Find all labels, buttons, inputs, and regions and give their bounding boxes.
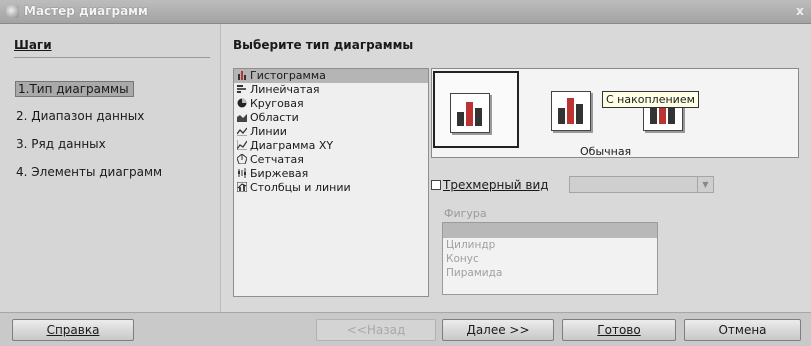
pie-chart-icon [237,98,247,108]
chart-variant-panel: Обычная [431,68,799,158]
chart-type-label: Сетчатая [250,153,304,166]
chart-type-label: Области [250,111,299,124]
steps-divider [14,57,210,58]
chart-type-label: Столбцы и линии [250,181,351,194]
window-title: Мастер диаграмм [24,4,148,18]
column-chart-icon [237,70,247,80]
button-bar: Справка <<Назад Далее >> Готово Отмена [0,312,811,346]
finish-button[interactable]: Готово [562,319,676,341]
chart-type-label: Биржевая [250,167,309,180]
next-button[interactable]: Далее >> [442,319,554,341]
chart-type-item[interactable]: Области [234,111,428,125]
shape-option: Пирамида [446,267,503,279]
chart-type-item[interactable]: Биржевая [234,167,428,181]
chart-type-list[interactable]: Гистограмма Линейчатая Круговая Области … [233,68,429,297]
steps-panel: Шаги 1.Тип диаграммы 2. Диапазон данных … [0,24,221,312]
variant-normal[interactable] [433,71,519,148]
chart-type-label: Линии [250,125,287,138]
back-button: <<Назад [316,319,436,341]
column-stacked-icon [551,91,591,131]
shape-option: Цилиндр [446,239,496,251]
three-d-checkbox[interactable]: Трехмерный вид [431,178,549,192]
chart-type-item[interactable]: Столбцы и линии [234,181,428,195]
net-chart-icon [236,153,248,165]
shape-list: Цилиндр Конус Пирамида [442,222,658,295]
title-bar: Мастер диаграмм x [0,0,811,24]
chart-type-label: Круговая [250,97,304,110]
bar-chart-icon [237,84,247,94]
chart-type-item[interactable]: Линейчатая [234,83,428,97]
chart-type-label: Гистограмма [250,69,326,82]
shape-option: Конус [446,253,479,265]
variant-percent-stacked[interactable] [628,71,714,148]
stock-chart-icon [237,168,247,178]
shape-list-highlight [443,223,657,238]
variant-caption: Обычная [580,145,632,158]
chart-type-item[interactable]: Круговая [234,97,428,111]
chart-type-label: Выберите тип диаграммы [233,38,414,52]
chart-type-item[interactable]: Сетчатая [234,153,428,167]
variant-tooltip: С накоплением [602,91,699,108]
chart-type-item[interactable]: Линии [234,125,428,139]
step-chart-type[interactable]: 1.Тип диаграммы [15,81,134,97]
steps-heading: Шаги [14,38,52,52]
area-chart-icon [237,112,247,122]
chart-type-label: Диаграмма XY [250,139,334,152]
step-chart-elements[interactable]: 4. Элементы диаграмм [16,165,162,179]
step-data-series[interactable]: 3. Ряд данных [16,137,106,151]
close-icon[interactable]: x [791,2,809,20]
chart-type-item[interactable]: Гистограмма [234,69,428,83]
column-normal-icon [450,93,490,133]
chart-type-label: Линейчатая [250,83,320,96]
xy-chart-icon [236,140,248,151]
step-data-range[interactable]: 2. Диапазон данных [16,109,144,123]
column-line-chart-icon [236,181,248,193]
cancel-button[interactable]: Отмена [684,319,801,341]
chart-type-item[interactable]: Диаграмма XY [234,139,428,153]
chevron-down-icon: ▼ [697,177,713,192]
shape-label: Фигура [444,207,487,220]
app-icon [6,5,19,18]
variant-stacked[interactable] [536,71,622,148]
help-button[interactable]: Справка [12,319,134,341]
checkbox-icon[interactable] [431,180,441,190]
three-d-label: Трехмерный вид [443,178,549,192]
three-d-style-select: ▼ [569,176,714,193]
line-chart-icon [236,126,248,137]
